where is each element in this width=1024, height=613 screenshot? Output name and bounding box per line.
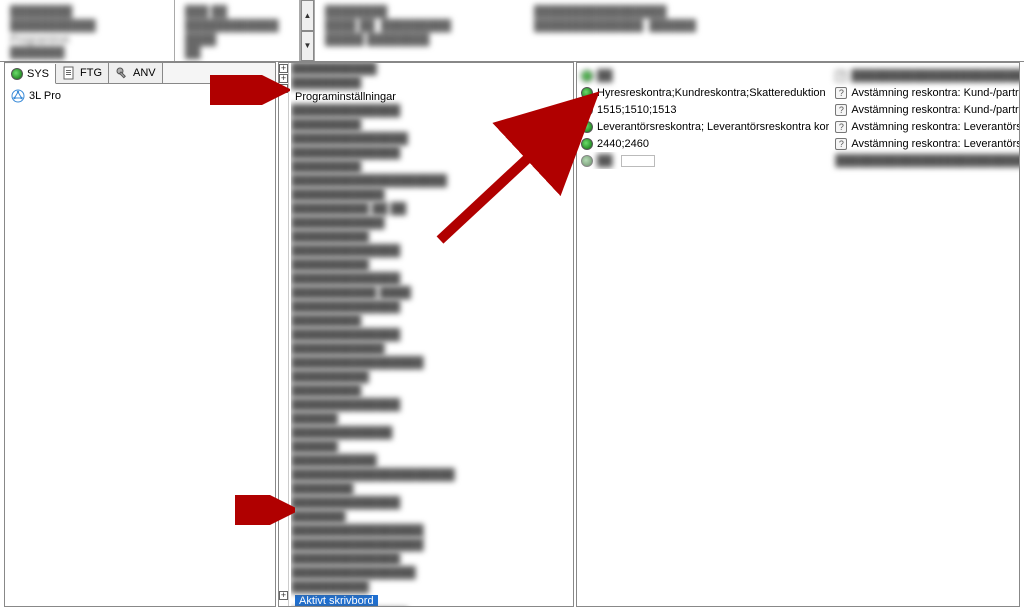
tab-label: ANV — [133, 67, 156, 79]
list-item[interactable]: ██ — [581, 67, 829, 84]
value-text: Leverantörsreskontra; Leverantörsreskont… — [597, 121, 829, 133]
expand-glyph[interactable]: + — [279, 64, 288, 73]
globe-icon — [11, 68, 23, 80]
tab-label: SYS — [27, 68, 49, 80]
tree-item-aktivt-skrivbord[interactable]: Aktivt skrivbord — [291, 595, 573, 606]
list-item[interactable]: ██ — [581, 152, 829, 169]
help-icon: ? — [835, 138, 847, 150]
globe-icon — [581, 70, 593, 82]
header-box-3: ████████ ████ ██ █████████ █████ ███████… — [314, 0, 524, 61]
3l-icon — [11, 89, 25, 103]
header-stepper: ▲ ▼ — [300, 0, 314, 61]
tab-label: FTG — [80, 67, 102, 79]
help-icon: ? — [835, 121, 847, 133]
desc-text: Avstämning reskontra: Leverantörsreskont… — [851, 138, 1020, 150]
list-item[interactable]: ? Avstämning reskontra: Kund-/partreskon… — [835, 101, 1020, 118]
collapse-glyph[interactable]: − — [279, 84, 288, 93]
left-pane: SYS FTG ANV — [4, 62, 276, 607]
list-item[interactable]: ? Avstämning reskontra: Kund-/partreskon… — [835, 84, 1020, 101]
list-item[interactable]: ? Avstämning reskontra: Leverantörsresko… — [835, 135, 1020, 152]
value-text: Hyresreskontra;Kundreskontra;Skattereduk… — [597, 87, 826, 99]
selected-label: Aktivt skrivbord — [295, 595, 378, 606]
help-icon: ? — [835, 87, 847, 99]
expand-glyph[interactable]: + — [279, 74, 288, 83]
value-text: 1515;1510;1513 — [597, 104, 677, 116]
tree-gutter: + + − + — [279, 63, 289, 606]
descriptions-column: ? ████████████████████████████ ? Avstämn… — [835, 67, 1020, 169]
desc-text: Avstämning reskontra: Leverantörsreskont… — [851, 121, 1020, 133]
tree-root-label: 3L Pro — [29, 90, 61, 102]
expand-glyph[interactable]: + — [279, 591, 288, 600]
globe-icon — [581, 87, 593, 99]
tab-strip: SYS FTG ANV — [5, 63, 275, 84]
help-icon: ? — [835, 104, 847, 116]
wrench-icon — [115, 66, 129, 80]
values-column: ██ Hyresreskontra;Kundreskontra;Skattere… — [581, 67, 829, 169]
tree-root[interactable]: 3L Pro — [11, 88, 269, 104]
list-item[interactable]: Hyresreskontra;Kundreskontra;Skattereduk… — [581, 84, 829, 101]
toggle[interactable] — [621, 155, 655, 167]
settings-tree[interactable]: ███████████ █████████ Programinställning… — [291, 63, 573, 606]
value-text: 2440;2460 — [597, 138, 649, 150]
stepper-down[interactable]: ▼ — [301, 31, 314, 62]
list-item[interactable]: Leverantörsreskontra; Leverantörsreskont… — [581, 118, 829, 135]
list-item[interactable]: ? Avstämning reskontra: Leverantörsresko… — [835, 118, 1020, 135]
globe-icon — [581, 155, 593, 167]
tab-ftg[interactable]: FTG — [56, 63, 109, 83]
list-item[interactable]: ██████████████████████████ — [835, 152, 1020, 169]
doc-icon — [62, 66, 76, 80]
list-item[interactable]: 2440;2460 — [581, 135, 829, 152]
globe-icon — [581, 104, 593, 116]
help-icon: ? — [835, 70, 847, 82]
globe-icon — [581, 138, 593, 150]
desc-text: Avstämning reskontra: Kund-/partreskontr… — [851, 87, 1020, 99]
tab-anv[interactable]: ANV — [109, 63, 163, 83]
section-programinstallningar[interactable]: Programinställningar — [291, 91, 573, 105]
header: ████████ ███████████ Programinst ███████… — [0, 0, 1024, 62]
stepper-up[interactable]: ▲ — [301, 0, 314, 31]
right-pane: ██ Hyresreskontra;Kundreskontra;Skattere… — [576, 62, 1020, 607]
header-box-4: █████████████████ ██████████████ ██████ — [524, 0, 714, 61]
tree: 3L Pro — [5, 84, 275, 108]
section-label: Programinställningar — [295, 91, 396, 103]
tab-sys[interactable]: SYS — [5, 64, 56, 84]
globe-icon — [581, 121, 593, 133]
middle-pane: + + − + ███████████ █████████ Programins… — [278, 62, 574, 607]
header-box-1: ████████ ███████████ Programinst ███████ — [0, 0, 175, 61]
list-item[interactable]: 1515;1510;1513 — [581, 101, 829, 118]
header-box-2: ███ ██ ████████████ ████ ██ — [175, 0, 300, 61]
desc-text: Avstämning reskontra: Kund-/partreskontr… — [851, 104, 1020, 116]
list-item[interactable]: ? ████████████████████████████ — [835, 67, 1020, 84]
